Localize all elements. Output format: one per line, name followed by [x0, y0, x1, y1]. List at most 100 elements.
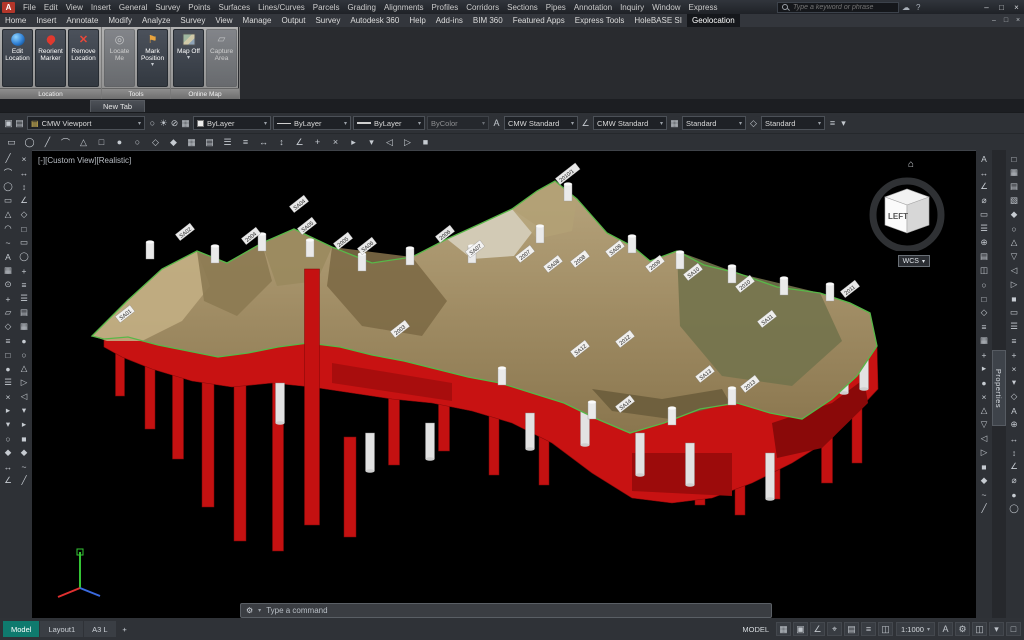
palette-tool-icon[interactable]: ○	[1008, 222, 1021, 235]
status-toggle-icon[interactable]: ⌖	[827, 622, 842, 636]
add-layout-button[interactable]: +	[118, 625, 132, 634]
textstyle-dropdown[interactable]: CMW Standard ▾	[504, 116, 578, 130]
annotate-tool-icon[interactable]: ●	[978, 376, 991, 389]
palette-tool-icon[interactable]: ⌀	[1008, 474, 1021, 487]
palette-tool-icon[interactable]: △	[1008, 236, 1021, 249]
ribbon-tab[interactable]: Manage	[238, 14, 277, 27]
palette-tool-icon[interactable]: ▤	[1008, 180, 1021, 193]
menu-item[interactable]: Parcels	[309, 3, 344, 12]
ribbon-tab[interactable]: Autodesk 360	[345, 14, 404, 27]
status-tool-icon[interactable]: □	[1006, 622, 1021, 636]
search-input[interactable]	[793, 4, 895, 11]
tool-icon[interactable]: ▸	[345, 136, 362, 149]
wcs-dropdown[interactable]: WCS ▾	[898, 255, 930, 267]
palette-tool-icon[interactable]: ▦	[1008, 166, 1021, 179]
dimstyle-dropdown[interactable]: CMW Standard ▾	[593, 116, 667, 130]
annotate-tool-icon[interactable]: △	[978, 404, 991, 417]
annotate-tool-icon[interactable]: ◇	[978, 306, 991, 319]
menu-item[interactable]: Alignments	[380, 3, 428, 12]
annotate-tool-icon[interactable]: ╱	[978, 502, 991, 515]
toolbar-icon[interactable]: ▾	[838, 118, 849, 129]
doc-window-control[interactable]: ×	[1012, 17, 1024, 24]
map-off-button[interactable]: Map Off▾	[173, 29, 204, 87]
annotate-tool-icon[interactable]: ○	[978, 278, 991, 291]
annotate-tool-icon[interactable]: ▸	[978, 362, 991, 375]
search-box[interactable]	[777, 2, 899, 13]
ribbon-tab[interactable]: Analyze	[137, 14, 175, 27]
ribbon-tab[interactable]: HoleBASE SI	[629, 14, 687, 27]
tool-icon[interactable]: ○	[129, 136, 146, 149]
draw-tool-icon[interactable]: ◇	[2, 320, 15, 333]
draw-tool-icon[interactable]: ╱	[2, 152, 15, 165]
menu-item[interactable]: Edit	[40, 3, 62, 12]
annotate-tool-icon[interactable]: ◁	[978, 432, 991, 445]
layer-tool-icon[interactable]: ⊘	[169, 118, 180, 129]
draw-tool-icon[interactable]: △	[2, 208, 15, 221]
palette-tool-icon[interactable]: ×	[1008, 362, 1021, 375]
tool-icon[interactable]: ↔	[255, 136, 272, 149]
window-control-button[interactable]: □	[994, 3, 1009, 12]
modify-tool-icon[interactable]: ~	[18, 460, 31, 473]
layout-tab[interactable]: Model	[3, 621, 39, 637]
draw-tool-icon[interactable]: ☰	[2, 376, 15, 389]
tool-icon[interactable]: ×	[327, 136, 344, 149]
ribbon-tab[interactable]: Annotate	[61, 14, 103, 27]
tool-icon[interactable]: +	[309, 136, 326, 149]
tool-icon[interactable]: △	[75, 136, 92, 149]
modify-tool-icon[interactable]: ◇	[18, 208, 31, 221]
ribbon-tab[interactable]: BIM 360	[468, 14, 508, 27]
draw-tool-icon[interactable]: ◯	[2, 180, 15, 193]
menu-item[interactable]: Grading	[343, 3, 379, 12]
annotate-tool-icon[interactable]: ☰	[978, 222, 991, 235]
modify-tool-icon[interactable]: ▷	[18, 376, 31, 389]
menu-item[interactable]: Inquiry	[616, 3, 648, 12]
toolbar-icon[interactable]: ▤	[14, 118, 25, 129]
modify-tool-icon[interactable]: ↔	[18, 166, 31, 179]
chevron-down-icon[interactable]: ▾	[258, 607, 261, 614]
reorient-marker-button[interactable]: Reorient Marker	[35, 29, 66, 87]
palette-tool-icon[interactable]: ☰	[1008, 320, 1021, 333]
properties-palette-tab[interactable]: Properties	[992, 350, 1006, 426]
tool-icon[interactable]: □	[93, 136, 110, 149]
draw-tool-icon[interactable]: ◆	[2, 446, 15, 459]
annotate-tool-icon[interactable]: ▷	[978, 446, 991, 459]
annotate-tool-icon[interactable]: ◫	[978, 264, 991, 277]
layer-tool-icon[interactable]: ○	[147, 118, 158, 129]
annotate-tool-icon[interactable]: ⊕	[978, 236, 991, 249]
modify-tool-icon[interactable]: +	[18, 264, 31, 277]
status-toggle-icon[interactable]: ◫	[878, 622, 893, 636]
modify-tool-icon[interactable]: ◆	[18, 446, 31, 459]
modify-tool-icon[interactable]: ×	[18, 152, 31, 165]
annotate-tool-icon[interactable]: ◆	[978, 474, 991, 487]
annotate-tool-icon[interactable]: ⌀	[978, 194, 991, 207]
model-space-label[interactable]: MODEL	[742, 625, 769, 634]
palette-tool-icon[interactable]: ▭	[1008, 306, 1021, 319]
draw-tool-icon[interactable]: ▾	[2, 418, 15, 431]
ribbon-tab[interactable]: Insert	[31, 14, 61, 27]
palette-tool-icon[interactable]: ▾	[1008, 376, 1021, 389]
palette-tool-icon[interactable]: ▧	[1008, 194, 1021, 207]
menu-item[interactable]: Window	[648, 3, 684, 12]
palette-tool-icon[interactable]: ◯	[1008, 502, 1021, 515]
palette-tool-icon[interactable]: ■	[1008, 292, 1021, 305]
status-toggle-icon[interactable]: ▤	[844, 622, 859, 636]
modify-tool-icon[interactable]: ▦	[18, 320, 31, 333]
annotate-tool-icon[interactable]: ~	[978, 488, 991, 501]
palette-tool-icon[interactable]: ◁	[1008, 264, 1021, 277]
modify-tool-icon[interactable]: △	[18, 362, 31, 375]
draw-tool-icon[interactable]: ●	[2, 362, 15, 375]
modify-tool-icon[interactable]: ∠	[18, 194, 31, 207]
draw-tool-icon[interactable]: A	[2, 250, 15, 263]
modify-tool-icon[interactable]: ◯	[18, 250, 31, 263]
tool-icon[interactable]: ☰	[219, 136, 236, 149]
ribbon-tab[interactable]: View	[210, 14, 237, 27]
titlebar-icon[interactable]: ☁	[899, 3, 913, 12]
home-icon[interactable]: ⌂	[908, 159, 914, 170]
modify-tool-icon[interactable]: ▤	[18, 306, 31, 319]
status-toggle-icon[interactable]: ≡	[861, 622, 876, 636]
menu-item[interactable]: Survey	[151, 3, 184, 12]
palette-tool-icon[interactable]: ↔	[1008, 432, 1021, 445]
ribbon-tab[interactable]: Featured Apps	[508, 14, 570, 27]
layer-tool-icon[interactable]: ☀	[158, 118, 169, 129]
tool-icon[interactable]: ▦	[183, 136, 200, 149]
